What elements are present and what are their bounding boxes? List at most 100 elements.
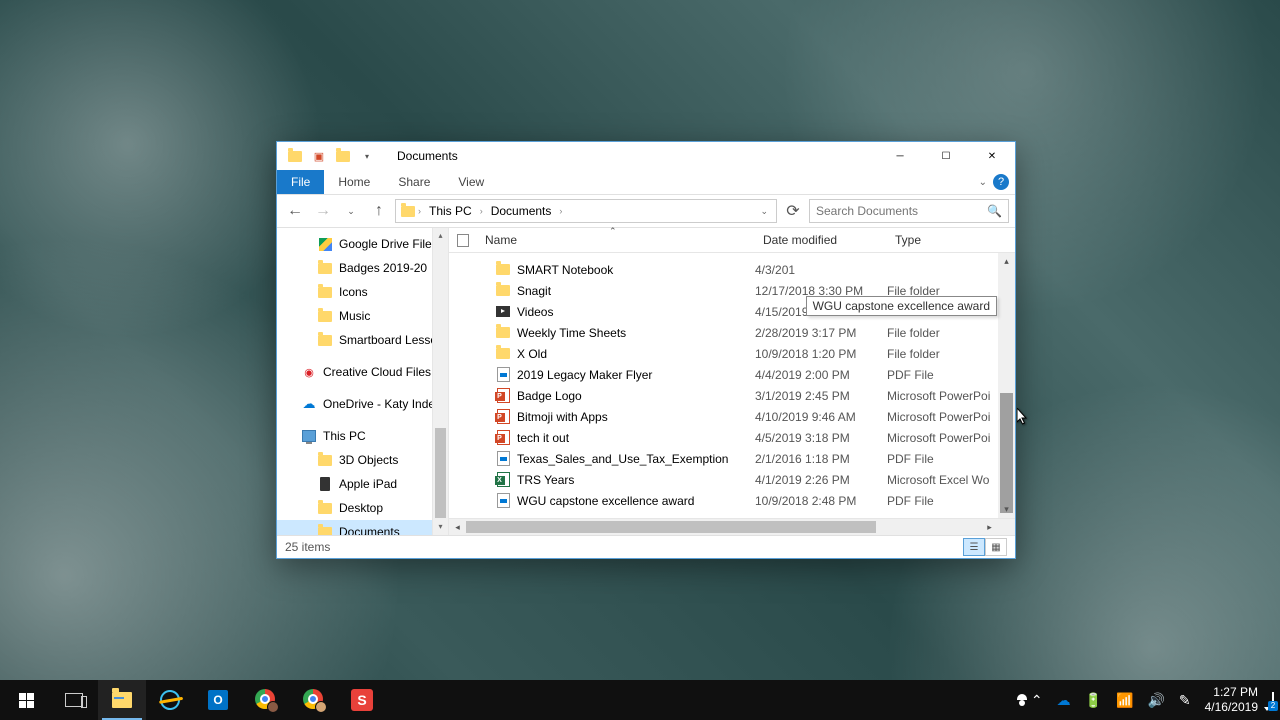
search-input[interactable]	[816, 204, 981, 218]
taskbar-snagit[interactable]: S	[338, 680, 386, 720]
search-box[interactable]: 🔍	[809, 199, 1009, 223]
help-icon[interactable]: ?	[993, 174, 1009, 190]
column-type[interactable]: Type	[887, 233, 1015, 247]
scrollbar-thumb[interactable]	[435, 428, 446, 518]
sidebar-item[interactable]: Music	[277, 304, 448, 328]
tooltip: WGU capstone excellence award	[806, 296, 997, 316]
sidebar-item-label: OneDrive - Katy Indep	[323, 397, 442, 411]
maximize-button[interactable]: ☐	[923, 142, 969, 170]
crumb-documents[interactable]: Documents	[485, 204, 558, 218]
onedrive-tray-icon[interactable]: ☁	[1057, 692, 1071, 709]
action-center-button[interactable]: 2	[1272, 693, 1274, 707]
chevron-right-icon[interactable]: ›	[418, 206, 421, 216]
clock[interactable]: 1:27 PM 4/16/2019	[1205, 685, 1258, 715]
sidebar-item[interactable]: Desktop	[277, 496, 448, 520]
file-type: PDF File	[887, 452, 1015, 466]
horizontal-scrollbar[interactable]: ◂ ▸	[449, 518, 1015, 535]
file-date: 4/10/2019 9:46 AM	[755, 410, 887, 424]
title-bar[interactable]: ▣ ▾ Documents ─ ☐ ✕	[277, 142, 1015, 170]
taskbar-outlook[interactable]: O	[194, 680, 242, 720]
table-row[interactable]: Texas_Sales_and_Use_Tax_Exemption2/1/201…	[449, 448, 1015, 469]
clock-date: 4/16/2019	[1205, 700, 1258, 715]
up-button[interactable]: ↑	[367, 199, 391, 223]
sidebar-item[interactable]: Badges 2019-20	[277, 256, 448, 280]
sidebar-item[interactable]: Apple iPad	[277, 472, 448, 496]
task-view-button[interactable]	[50, 680, 98, 720]
file-date: 4/4/2019 2:00 PM	[755, 368, 887, 382]
scroll-down-icon[interactable]: ▾	[998, 501, 1015, 518]
crumb-this-pc[interactable]: This PC	[423, 204, 478, 218]
battery-icon[interactable]: 🔋	[1085, 692, 1102, 709]
column-date[interactable]: Date modified	[755, 233, 887, 247]
refresh-button[interactable]: ⟳	[781, 201, 805, 221]
sidebar-item[interactable]: ☁OneDrive - Katy Indep	[277, 392, 448, 416]
scroll-up-icon[interactable]: ▴	[433, 228, 448, 244]
forward-button[interactable]: →	[311, 199, 335, 223]
table-row[interactable]: SMART Notebook4/3/201	[449, 259, 1015, 280]
close-button[interactable]: ✕	[969, 142, 1015, 170]
table-row[interactable]: tech it out4/5/2019 3:18 PMMicrosoft Pow…	[449, 427, 1015, 448]
file-name: tech it out	[517, 431, 569, 445]
file-name: Snagit	[517, 284, 551, 298]
sidebar-item[interactable]: Icons	[277, 280, 448, 304]
address-bar[interactable]: › This PC › Documents › ⌄	[395, 199, 777, 223]
scroll-right-icon[interactable]: ▸	[981, 519, 998, 536]
pen-icon[interactable]: ✎	[1179, 692, 1191, 709]
ribbon-collapse-icon[interactable]: ⌄	[979, 177, 987, 188]
properties-icon[interactable]: ▣	[311, 148, 327, 164]
details-view-button[interactable]: ☰	[963, 538, 985, 556]
column-headers: ⌃ Name Date modified Type	[449, 228, 1015, 253]
sidebar-item[interactable]: This PC	[277, 424, 448, 448]
vertical-scrollbar[interactable]: ▴ ▾	[998, 253, 1015, 518]
table-row[interactable]: 2019 Legacy Maker Flyer4/4/2019 2:00 PMP…	[449, 364, 1015, 385]
sidebar-item[interactable]: 3D Objects	[277, 448, 448, 472]
pdf-icon	[495, 451, 511, 467]
search-icon[interactable]: 🔍	[987, 204, 1002, 218]
wifi-icon[interactable]: 📶	[1116, 692, 1133, 709]
qat-dropdown-icon[interactable]: ▾	[359, 148, 375, 164]
column-checkbox[interactable]	[449, 234, 477, 247]
new-folder-icon[interactable]	[335, 148, 351, 164]
scroll-left-icon[interactable]: ◂	[449, 519, 466, 536]
chevron-right-icon[interactable]: ›	[559, 206, 562, 216]
task-view-icon	[65, 693, 83, 707]
sidebar-item[interactable]: Documents	[277, 520, 448, 535]
scrollbar-thumb[interactable]	[1000, 393, 1013, 513]
sidebar-scrollbar[interactable]: ▴ ▾	[432, 228, 448, 535]
folder-icon	[317, 452, 333, 468]
tray-overflow-icon[interactable]: ⌃	[1031, 692, 1043, 709]
scroll-down-icon[interactable]: ▾	[433, 519, 448, 535]
back-button[interactable]: ←	[283, 199, 307, 223]
minimize-button[interactable]: ─	[877, 142, 923, 170]
table-row[interactable]: Bitmoji with Apps4/10/2019 9:46 AMMicros…	[449, 406, 1015, 427]
table-row[interactable]: WGU capstone excellence award10/9/2018 2…	[449, 490, 1015, 511]
start-button[interactable]	[2, 680, 50, 720]
table-row[interactable]: X Old10/9/2018 1:20 PMFile folder	[449, 343, 1015, 364]
large-icons-view-button[interactable]: ▦	[985, 538, 1007, 556]
taskbar-file-explorer[interactable]	[98, 680, 146, 720]
address-dropdown-icon[interactable]: ⌄	[756, 206, 772, 217]
table-row[interactable]	[449, 253, 1015, 259]
sidebar-item-label: 3D Objects	[339, 453, 398, 467]
tab-view[interactable]: View	[444, 170, 498, 194]
sidebar-item[interactable]: ◉Creative Cloud Files	[277, 360, 448, 384]
table-row[interactable]: TRS Years4/1/2019 2:26 PMMicrosoft Excel…	[449, 469, 1015, 490]
sidebar-item[interactable]: Smartboard Lessons	[277, 328, 448, 352]
taskbar-internet-explorer[interactable]	[146, 680, 194, 720]
xls-icon	[495, 472, 511, 488]
chevron-right-icon[interactable]: ›	[480, 206, 483, 216]
volume-icon[interactable]: 🔊	[1147, 692, 1164, 709]
tab-file[interactable]: File	[277, 170, 324, 194]
taskbar-chrome-profile-2[interactable]	[290, 680, 338, 720]
tab-home[interactable]: Home	[324, 170, 384, 194]
taskbar-chrome-profile-1[interactable]	[242, 680, 290, 720]
tab-share[interactable]: Share	[384, 170, 444, 194]
scrollbar-thumb[interactable]	[466, 521, 876, 533]
recent-dropdown[interactable]: ⌄	[339, 199, 363, 223]
table-row[interactable]: Weekly Time Sheets2/28/2019 3:17 PMFile …	[449, 322, 1015, 343]
file-date: 10/9/2018 1:20 PM	[755, 347, 887, 361]
scroll-up-icon[interactable]: ▴	[998, 253, 1015, 270]
table-row[interactable]: Badge Logo3/1/2019 2:45 PMMicrosoft Powe…	[449, 385, 1015, 406]
sidebar-item[interactable]: Google Drive File📌	[277, 232, 448, 256]
file-date: 4/5/2019 3:18 PM	[755, 431, 887, 445]
